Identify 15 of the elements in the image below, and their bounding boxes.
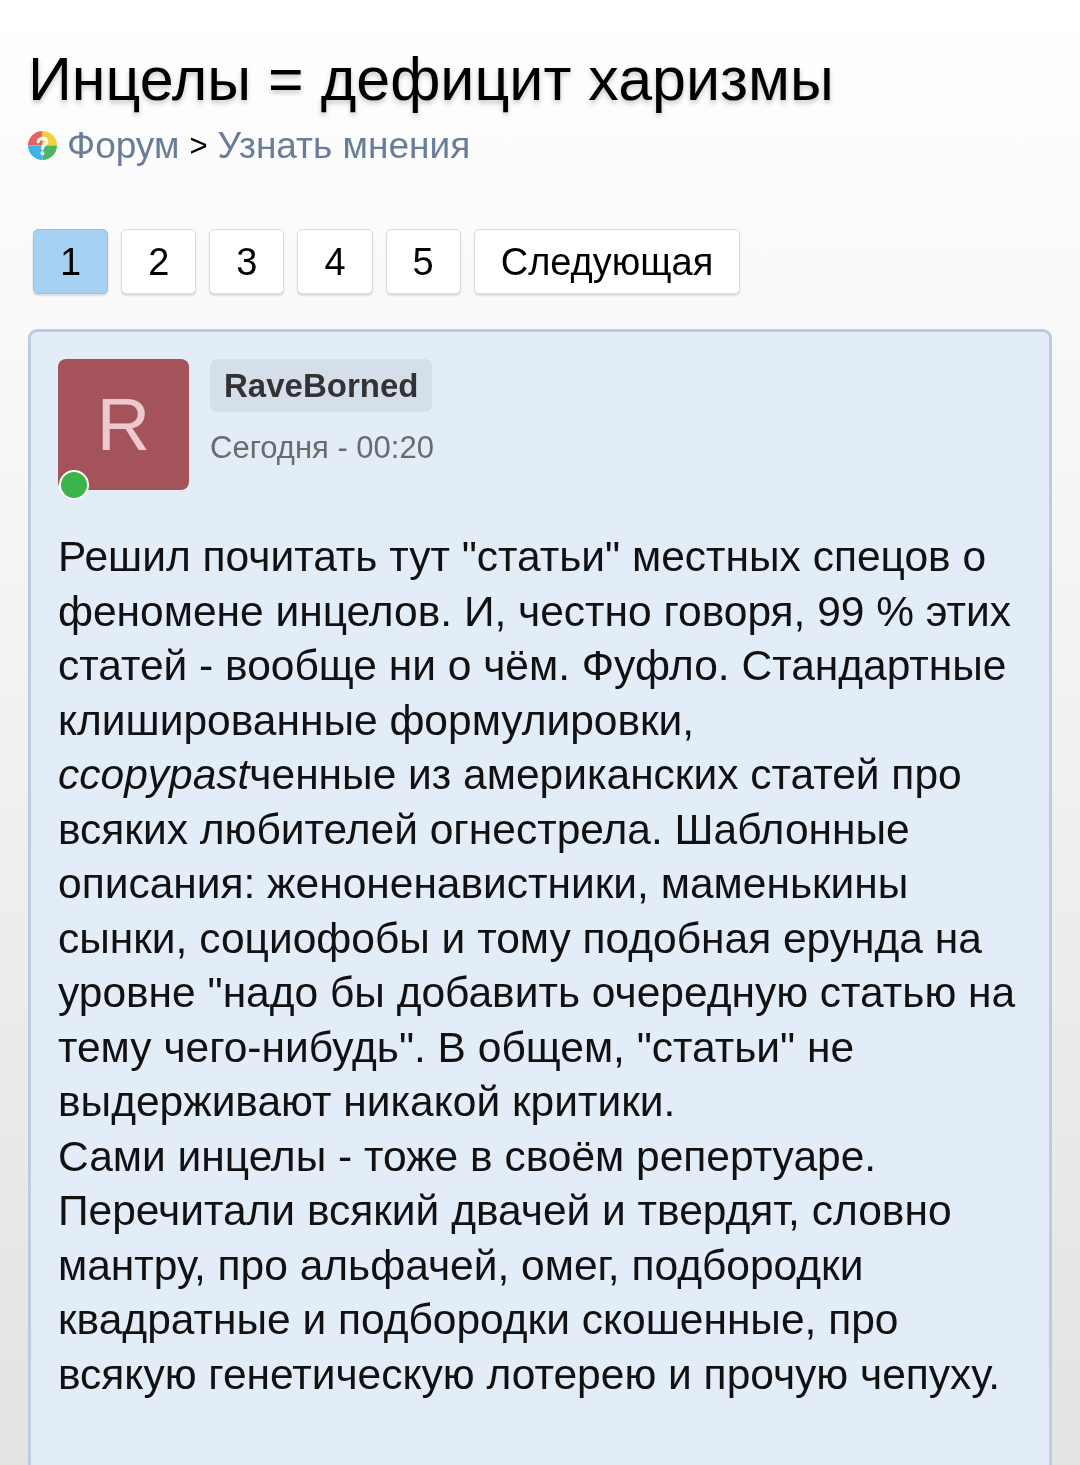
- post-paragraph: Решил почитать тут "статьи" местных спецов о феномене инцелов. И, честно говоря, 99 % этих статей - вообще ни о чём. Фуфло. Стандартные клишированные формулировки, ccopypastченные из американских статей про всяких любителей огнестрела. Шаблонные описания: женоненавистники, маменькины сынки, социофобы и тому подобная ерунда на уровне "надо бы добавить очередную статью на тему чего-нибудь". В общем, "статьи" не выдерживают никакой критики.: [58, 532, 1017, 1128]
- post-paragraph: Сами инцелы - тоже в своём репертуаре. Перечитали всякий двачей и твердят, словно мантру, про альфачей, омег, подбородки квадратные и подбородки скошенные, про всякую генетическую лотерею и прочую чепуху.: [58, 1131, 1002, 1400]
- post-date: Сегодня - 00:20: [210, 429, 434, 468]
- username-link[interactable]: RaveBorned: [210, 359, 433, 413]
- question-circle-icon: [28, 131, 57, 161]
- breadcrumb-link[interactable]: Форум: [67, 127, 180, 165]
- page-button[interactable]: 3: [209, 229, 285, 295]
- breadcrumb-link[interactable]: Узнать мнения: [217, 127, 471, 165]
- page-button[interactable]: 2: [121, 229, 197, 295]
- page-button[interactable]: 4: [297, 229, 373, 295]
- page-title: Инцелы = дефицит харизмы: [28, 44, 834, 115]
- page-button[interactable]: Следующая: [473, 229, 741, 295]
- breadcrumb-separator: >: [189, 130, 208, 162]
- page-button[interactable]: 5: [385, 229, 461, 295]
- page-button[interactable]: 1: [33, 229, 109, 295]
